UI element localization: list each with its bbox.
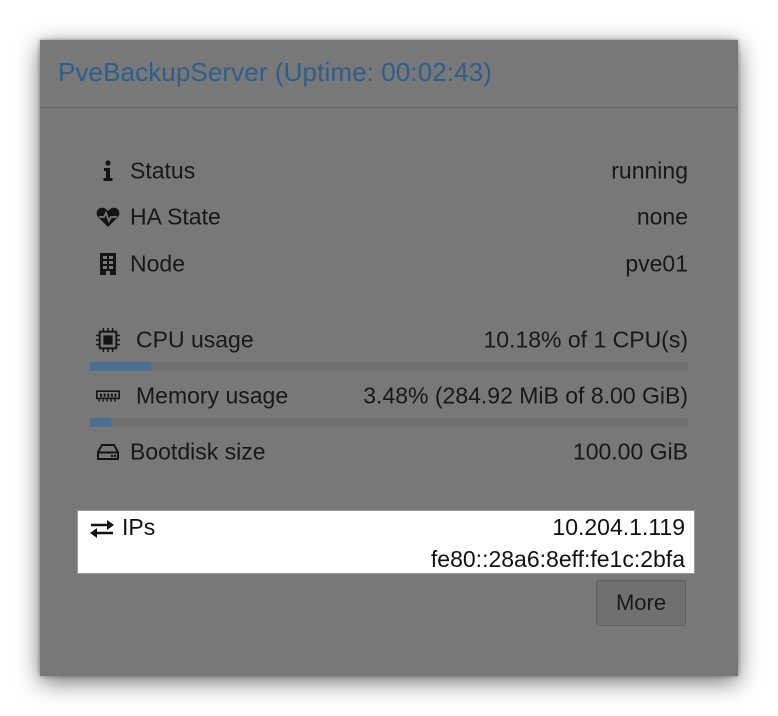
cpu-usage-label: CPU usage [136, 326, 254, 353]
vm-summary-panel: PveBackupServer (Uptime: 00:02:43) Statu… [40, 40, 738, 676]
cpu-usage-bar [90, 362, 688, 371]
exchange-icon [89, 518, 115, 540]
cpu-icon [96, 328, 120, 352]
cpu-usage-value: 10.18% of 1 CPU(s) [483, 326, 688, 353]
info-icon [96, 159, 120, 183]
bootdisk-row: Bootdisk size 100.00 GiB [96, 434, 688, 470]
ips-label: IPs [122, 514, 156, 540]
status-value: running [611, 157, 688, 184]
memory-usage-label: Memory usage [136, 382, 289, 409]
status-label: Status [130, 157, 196, 184]
server-icon [96, 252, 120, 276]
ha-state-value: none [636, 203, 688, 230]
ip-address-v4: 10.204.1.119 [552, 514, 685, 540]
node-label: Node [130, 250, 185, 277]
panel-title: PveBackupServer (Uptime: 00:02:43) [58, 57, 493, 87]
memory-icon [96, 384, 120, 408]
node-value: pve01 [625, 250, 688, 277]
cpu-usage-bar-fill [90, 362, 151, 371]
more-button[interactable]: More [596, 580, 686, 626]
memory-usage-bar [90, 418, 688, 427]
ip-addresses-box: IPs 10.204.1.119 fe80::28a6:8eff:fe1c:2b… [77, 510, 695, 574]
bootdisk-label: Bootdisk size [130, 438, 266, 465]
node-row: Node pve01 [96, 246, 688, 282]
panel-header: PveBackupServer (Uptime: 00:02:43) [40, 40, 738, 108]
status-row: Status running [96, 153, 688, 189]
memory-usage-row: Memory usage 3.48% (284.92 MiB of 8.00 G… [96, 378, 688, 414]
bootdisk-value: 100.00 GiB [572, 438, 688, 465]
heartbeat-icon [96, 205, 120, 229]
memory-usage-value: 3.48% (284.92 MiB of 8.00 GiB) [363, 382, 688, 409]
cpu-usage-row: CPU usage 10.18% of 1 CPU(s) [96, 322, 688, 358]
memory-usage-bar-fill [90, 418, 111, 427]
hdd-icon [96, 440, 120, 464]
ha-state-label: HA State [130, 203, 221, 230]
ip-address-v6: fe80::28a6:8eff:fe1c:2bfa [430, 546, 685, 572]
ha-state-row: HA State none [96, 199, 688, 235]
